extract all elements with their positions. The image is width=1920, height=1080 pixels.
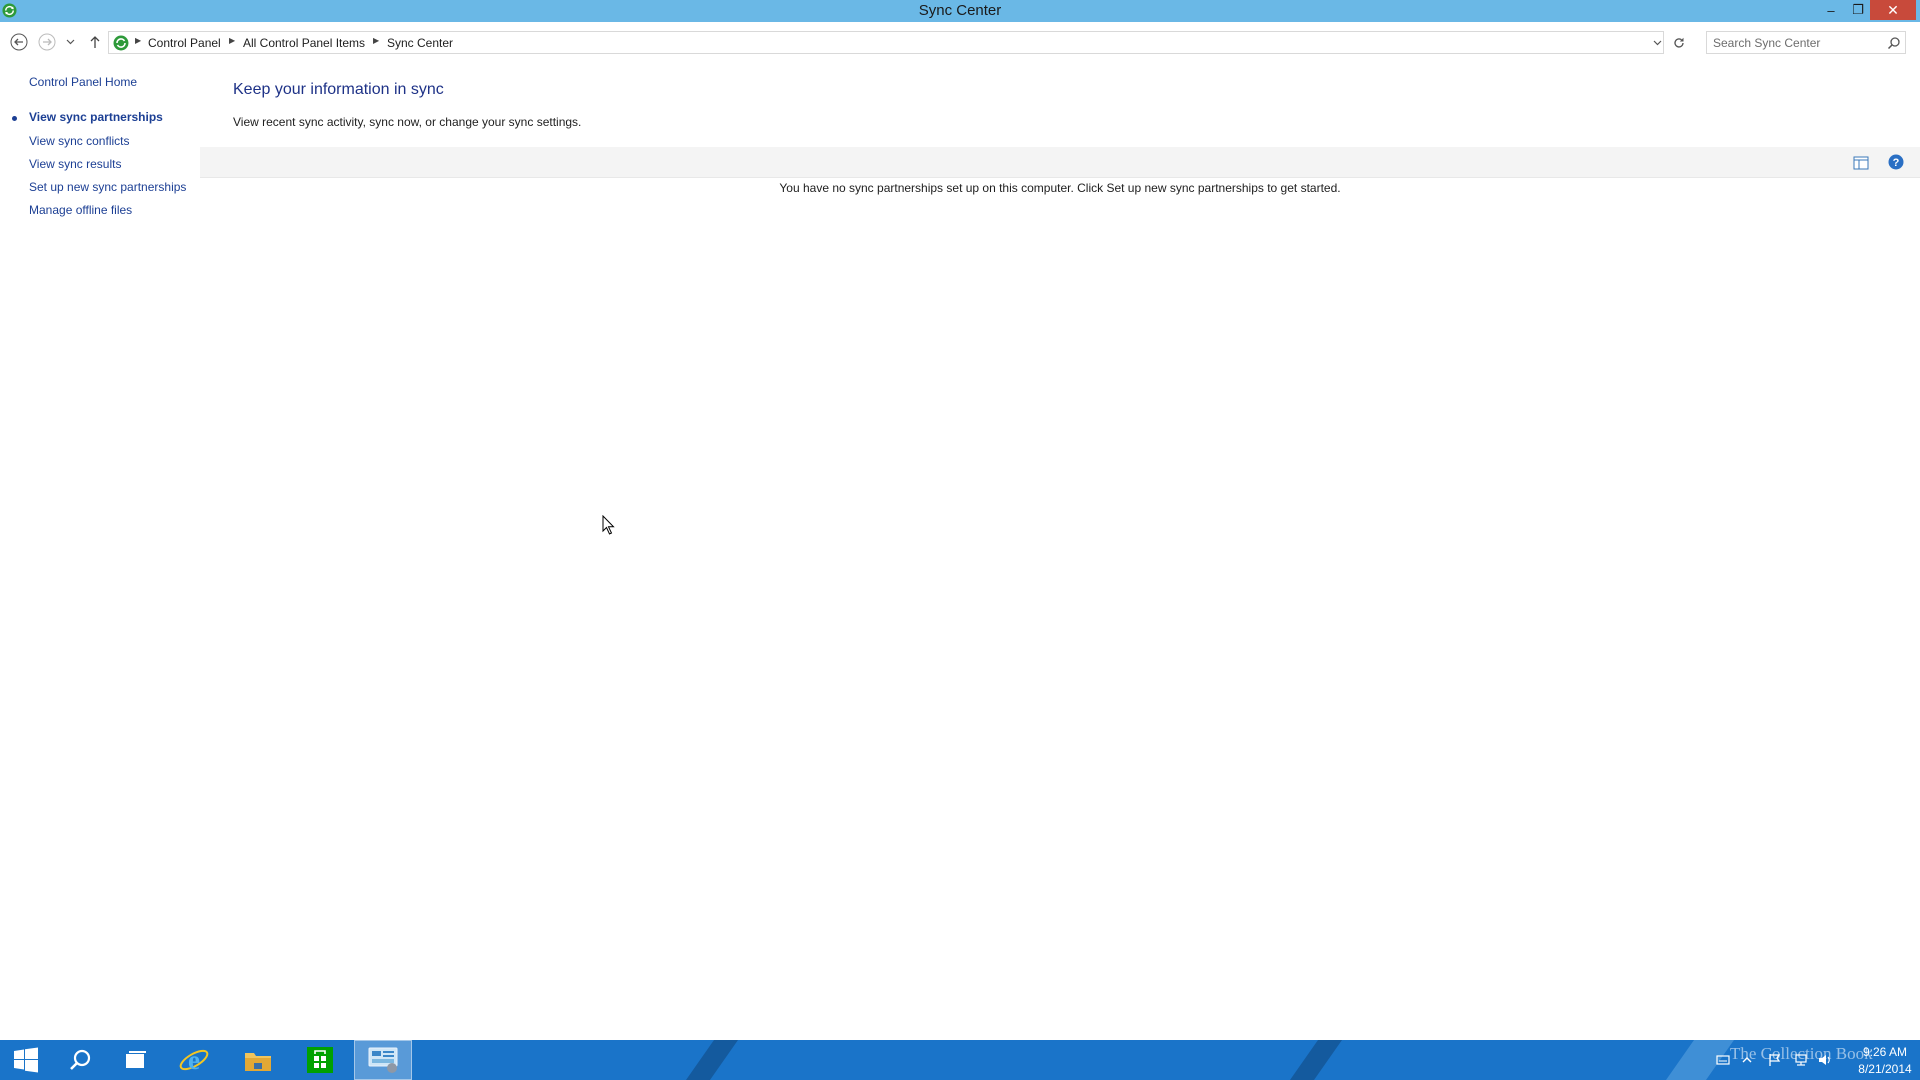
sync-center-location-icon bbox=[113, 35, 129, 51]
minimize-button[interactable]: – bbox=[1818, 0, 1844, 20]
taskbar: e The Collection Book 9:26 AM 8/21/2014 bbox=[0, 1040, 1920, 1080]
taskbar-search-button[interactable] bbox=[54, 1040, 106, 1080]
restore-icon: ❐ bbox=[1852, 2, 1864, 17]
empty-partnerships-message: You have no sync partnerships set up on … bbox=[779, 181, 1341, 195]
start-button[interactable] bbox=[0, 1040, 52, 1080]
store-button[interactable] bbox=[294, 1040, 346, 1080]
svg-text:e: e bbox=[188, 1045, 200, 1075]
folder-icon bbox=[245, 1053, 271, 1071]
command-bar: ? bbox=[200, 147, 1920, 178]
breadcrumb-control-panel[interactable]: Control Panel bbox=[148, 36, 221, 50]
chevron-down-icon bbox=[1653, 40, 1661, 46]
refresh-button[interactable] bbox=[1668, 31, 1690, 54]
breadcrumb-separator-icon[interactable]: ▶ bbox=[229, 36, 235, 45]
keyboard-icon[interactable] bbox=[1716, 1053, 1730, 1067]
back-arrow-icon bbox=[10, 33, 28, 51]
breadcrumb-separator-icon[interactable]: ▶ bbox=[135, 36, 141, 45]
task-manage-offline-files[interactable]: Manage offline files bbox=[29, 203, 132, 217]
close-button[interactable]: ✕ bbox=[1870, 0, 1916, 20]
network-icon[interactable] bbox=[1794, 1053, 1808, 1067]
title-bar: Sync Center – ❐ ✕ bbox=[0, 0, 1920, 22]
windows-logo-icon bbox=[14, 1047, 38, 1073]
close-icon: ✕ bbox=[1887, 1, 1899, 18]
internet-explorer-icon: e bbox=[179, 1045, 209, 1075]
back-button[interactable] bbox=[8, 31, 30, 53]
up-button[interactable] bbox=[84, 31, 106, 53]
breadcrumb-sync-center[interactable]: Sync Center bbox=[387, 36, 453, 50]
store-icon bbox=[307, 1047, 333, 1073]
clock-time[interactable]: 9:26 AM bbox=[1852, 1045, 1918, 1059]
internet-explorer-button[interactable]: e bbox=[168, 1040, 220, 1080]
refresh-icon bbox=[1674, 37, 1684, 48]
control-panel-icon bbox=[368, 1047, 398, 1073]
page-title: Keep your information in sync bbox=[233, 81, 444, 98]
task-set-up-new-sync-partnerships[interactable]: Set up new sync partnerships bbox=[29, 180, 186, 194]
task-view-sync-conflicts[interactable]: View sync conflicts bbox=[29, 134, 129, 148]
task-view-button[interactable] bbox=[110, 1040, 162, 1080]
file-explorer-button[interactable] bbox=[232, 1040, 284, 1080]
minimize-icon: – bbox=[1827, 2, 1835, 18]
window-title: Sync Center bbox=[918, 2, 1002, 19]
search-input[interactable] bbox=[1713, 35, 1879, 51]
navigation-bar: ▶ Control Panel ▶ All Control Panel Item… bbox=[0, 22, 1920, 60]
show-hidden-icons-icon[interactable] bbox=[1740, 1053, 1754, 1067]
control-panel-taskbar-button[interactable] bbox=[354, 1040, 412, 1080]
current-page-bullet-icon bbox=[12, 116, 17, 121]
task-view-sync-results[interactable]: View sync results bbox=[29, 157, 121, 171]
forward-arrow-icon bbox=[38, 33, 56, 51]
page-description: View recent sync activity, sync now, or … bbox=[233, 115, 582, 129]
help-icon[interactable]: ? bbox=[1888, 154, 1904, 170]
address-history-button[interactable] bbox=[1649, 34, 1665, 52]
taskbar-decoration bbox=[678, 1040, 746, 1080]
up-arrow-icon bbox=[90, 36, 100, 48]
task-view-sync-partnerships[interactable]: View sync partnerships bbox=[29, 110, 163, 124]
address-box[interactable]: ▶ Control Panel ▶ All Control Panel Item… bbox=[108, 31, 1664, 54]
mouse-pointer-icon bbox=[602, 515, 615, 535]
taskbar-decoration bbox=[1282, 1040, 1350, 1080]
search-icon bbox=[70, 1049, 91, 1070]
svg-text:?: ? bbox=[1893, 157, 1900, 169]
recent-locations-button[interactable] bbox=[62, 31, 78, 53]
chevron-down-icon bbox=[66, 39, 74, 45]
control-panel-home-link[interactable]: Control Panel Home bbox=[29, 75, 137, 89]
search-box bbox=[1706, 31, 1906, 54]
breadcrumb-separator-icon[interactable]: ▶ bbox=[373, 36, 379, 45]
task-pane: Control Panel Home View sync partnership… bbox=[0, 60, 200, 1040]
action-center-flag-icon[interactable] bbox=[1768, 1053, 1782, 1067]
search-icon[interactable] bbox=[1887, 36, 1901, 50]
clock-date[interactable]: 8/21/2014 bbox=[1852, 1062, 1918, 1076]
volume-icon[interactable] bbox=[1818, 1053, 1832, 1067]
forward-button[interactable] bbox=[36, 31, 58, 53]
task-view-icon bbox=[126, 1051, 146, 1068]
breadcrumb-all-control-panel-items[interactable]: All Control Panel Items bbox=[243, 36, 365, 50]
change-view-icon[interactable] bbox=[1852, 154, 1870, 172]
restore-button[interactable]: ❐ bbox=[1845, 0, 1871, 20]
